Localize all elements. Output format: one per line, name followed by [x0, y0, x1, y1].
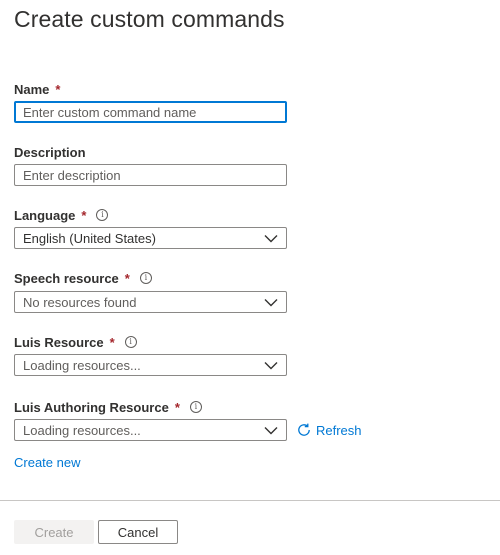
description-label-text: Description: [14, 144, 86, 160]
language-dropdown[interactable]: English (United States): [14, 227, 287, 249]
speech-resource-label-text: Speech resource: [14, 270, 119, 286]
chevron-down-icon: [264, 298, 278, 306]
description-field[interactable]: [14, 164, 287, 186]
required-marker: *: [109, 334, 115, 350]
name-label-text: Name: [14, 81, 50, 97]
refresh-label: Refresh: [316, 422, 362, 438]
luis-resource-label-text: Luis Resource: [14, 334, 104, 350]
luis-authoring-dropdown[interactable]: Loading resources...: [14, 419, 287, 441]
chevron-down-icon: [264, 234, 278, 242]
language-label-text: Language: [14, 207, 76, 223]
description-label: Description: [14, 143, 86, 161]
name-input[interactable]: [23, 104, 278, 120]
info-icon[interactable]: i: [139, 272, 152, 284]
luis-resource-label: Luis Resource * i: [14, 333, 137, 351]
chevron-down-icon: [264, 361, 278, 369]
luis-resource-dropdown[interactable]: Loading resources...: [14, 354, 287, 376]
luis-resource-value: Loading resources...: [23, 357, 141, 373]
refresh-icon: [298, 423, 310, 436]
info-icon[interactable]: i: [96, 209, 109, 221]
luis-authoring-label-text: Luis Authoring Resource: [14, 399, 169, 415]
cancel-button[interactable]: Cancel: [98, 520, 178, 544]
divider: [0, 500, 500, 501]
required-marker: *: [81, 207, 87, 223]
required-marker: *: [174, 399, 180, 415]
required-marker: *: [124, 270, 130, 286]
luis-authoring-value: Loading resources...: [23, 422, 141, 438]
language-value: English (United States): [23, 230, 156, 246]
page-title: Create custom commands: [14, 6, 285, 32]
language-label: Language * i: [14, 206, 109, 224]
luis-authoring-label: Luis Authoring Resource * i: [14, 398, 202, 416]
name-field[interactable]: [14, 101, 287, 123]
info-icon[interactable]: i: [124, 336, 137, 348]
speech-resource-dropdown[interactable]: No resources found: [14, 291, 287, 313]
speech-resource-value: No resources found: [23, 294, 137, 310]
chevron-down-icon: [264, 426, 278, 434]
info-icon[interactable]: i: [189, 401, 202, 413]
description-input[interactable]: [23, 167, 278, 183]
refresh-button[interactable]: Refresh: [296, 422, 362, 438]
create-button[interactable]: Create: [14, 520, 94, 544]
create-new-link[interactable]: Create new: [14, 455, 80, 470]
required-marker: *: [55, 81, 61, 97]
speech-resource-label: Speech resource * i: [14, 269, 152, 287]
name-label: Name *: [14, 80, 60, 98]
